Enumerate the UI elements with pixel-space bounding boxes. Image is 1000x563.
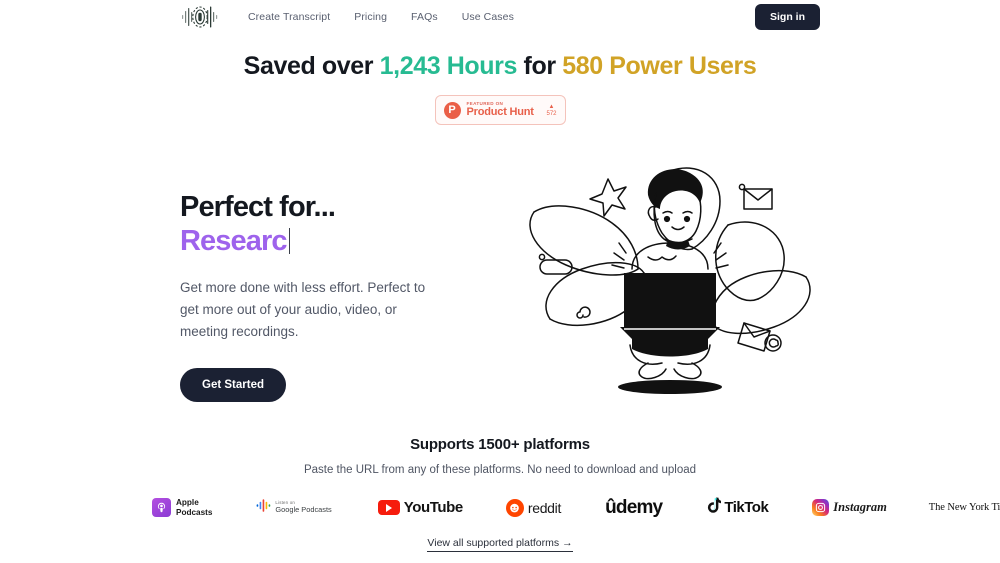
google-podcasts-icon [256,498,271,518]
new-york-times-label: The New York Times [928,502,1000,514]
hero-title-line-2: Researc [180,225,287,257]
product-hunt-text: FEATURED ON Product Hunt [466,101,534,119]
stats-prefix: Saved over [243,52,380,80]
platforms-subtitle: Paste the URL from any of these platform… [303,463,697,476]
platform-logo-new-york-times[interactable]: The New York Times [929,502,1000,513]
upvote-count: 572 [546,110,557,117]
view-all-platforms-link[interactable]: View all supported platforms → [427,536,573,552]
view-all-label: View all supported platforms [427,536,560,549]
nav-link-faqs[interactable]: FAQs [411,11,438,23]
tiktok-icon [706,497,722,519]
apple-podcasts-line1: Apple [176,498,199,508]
product-hunt-badge[interactable]: P FEATURED ON Product Hunt ▲ 572 [434,95,566,125]
stats-middle: for [516,52,563,80]
hero-illustration [520,149,820,401]
google-podcasts-label: Listen on Google Podcasts [275,500,332,514]
hero-title-line-2-wrapper: Researc [180,227,510,256]
platform-logo-row: Apple Podcasts Listen on Google Podcasts [0,493,1000,523]
hero-title-line-1: Perfect for... [180,191,336,223]
product-hunt-name: Product Hunt [466,106,534,119]
product-hunt-icon: P [443,101,461,119]
platforms-title: Supports 1500+ platforms [410,435,590,453]
view-all-wrapper: View all supported platforms → [0,523,1000,552]
sign-in-button[interactable]: Sign in [755,4,820,30]
apple-podcasts-line2: Podcasts [176,507,213,517]
stats-users-value: 580 Power Users [562,52,757,80]
instagram-label: Instagram [833,500,887,515]
hero-copy: Perfect for... Researc Get more done wit… [180,163,510,402]
google-podcasts-line2: Google Podcasts [275,504,332,514]
platforms-section: Supports 1500+ platforms Paste the URL f… [0,436,1000,552]
stats-banner: Saved over 1,243 Hours for 580 Power Use… [0,52,1000,125]
platform-logo-reddit[interactable]: reddit [505,498,562,517]
typing-caret [288,227,291,254]
youtube-label: YouTube [403,499,464,517]
instagram-icon [812,499,830,517]
top-navigation-bar: Create Transcript Pricing FAQs Use Cases… [0,0,1000,34]
platform-logo-instagram[interactable]: Instagram [812,499,887,517]
get-started-button[interactable]: Get Started [180,367,286,402]
apple-podcasts-icon [152,498,171,518]
stats-hours-value: 1,243 Hours [379,52,518,80]
stats-headline: Saved over 1,243 Hours for 580 Power Use… [0,52,1000,81]
upvote-arrow-icon: ▲ [548,103,555,110]
udemy-label: ûdemy [605,496,663,518]
arrow-right-icon: → [562,536,573,549]
hero-paragraph: Get more done with less effort. Perfect … [180,280,426,339]
platform-logo-youtube[interactable]: YouTube [377,499,464,517]
nav-link-pricing[interactable]: Pricing [354,11,387,23]
platform-logo-apple-podcasts[interactable]: Apple Podcasts [152,498,212,518]
tiktok-label: TikTok [724,499,769,517]
apple-podcasts-label: Apple Podcasts [176,498,212,517]
platform-logo-tiktok[interactable]: TikTok [706,497,769,519]
nav-link-create-transcript[interactable]: Create Transcript [248,11,330,23]
platform-logo-udemy[interactable]: ûdemy [605,496,663,519]
youtube-play-icon [377,500,400,516]
hero-section: Perfect for... Researc Get more done wit… [0,163,1000,402]
person-with-laptop-illustration [529,167,811,394]
audio-waveform-logo[interactable] [180,4,220,30]
nav-links: Create Transcript Pricing FAQs Use Cases [248,11,514,23]
product-hunt-upvotes: ▲ 572 [546,104,556,117]
platform-logo-google-podcasts[interactable]: Listen on Google Podcasts [256,498,332,518]
reddit-icon [505,498,524,517]
reddit-label: reddit [527,499,562,516]
nav-link-use-cases[interactable]: Use Cases [462,11,514,23]
